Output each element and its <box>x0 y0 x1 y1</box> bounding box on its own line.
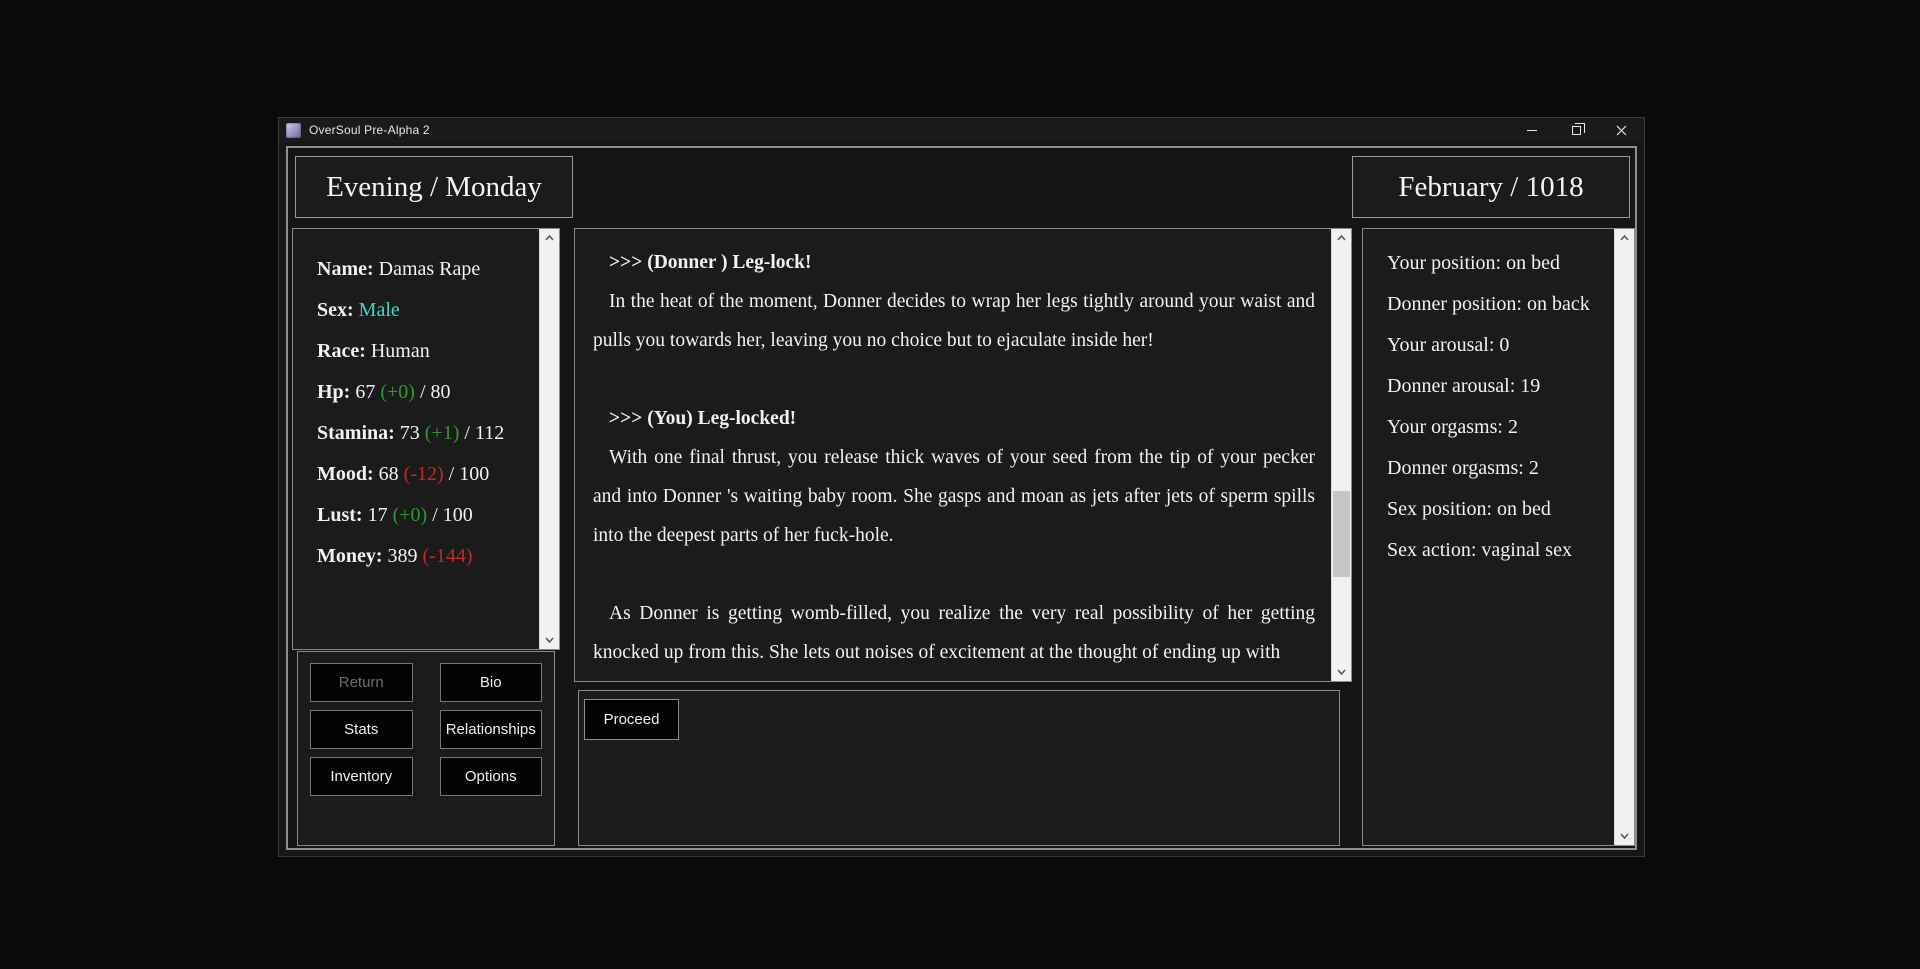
stat-row: Name: Damas Rape <box>317 249 539 290</box>
story-heading: >>> (Donner ) Leg-lock! <box>593 243 1315 282</box>
minimize-button[interactable] <box>1509 118 1554 142</box>
stat-row: Stamina: 73 (+1) / 112 <box>317 413 539 454</box>
stat-max: / 80 <box>420 381 451 403</box>
stat-row: Race: Human <box>317 331 539 372</box>
story-panel: >>> (Donner ) Leg-lock!In the heat of th… <box>574 228 1352 682</box>
app-window: OverSoul Pre-Alpha 2 Evening / Monday Fe… <box>279 118 1644 856</box>
stat-delta: (+0) <box>380 381 415 403</box>
status-line: Your orgasms: 2 <box>1387 407 1604 448</box>
status-line: Sex action: vaginal sex <box>1387 530 1604 571</box>
stat-value: Human <box>371 340 430 362</box>
story-paragraph: With one final thrust, you release thick… <box>593 438 1315 555</box>
restore-button[interactable] <box>1554 118 1599 142</box>
time-box: Evening / Monday <box>295 156 573 218</box>
status-line: Sex position: on bed <box>1387 489 1604 530</box>
scroll-down-icon[interactable] <box>1615 827 1634 845</box>
stat-value: 68 <box>379 463 399 485</box>
stat-max: / 112 <box>464 422 504 444</box>
stat-label: Hp: <box>317 381 350 403</box>
minimize-icon <box>1527 130 1537 131</box>
stat-value: 73 <box>400 422 420 444</box>
status-panel: Your position: on bedDonner position: on… <box>1362 228 1635 846</box>
status-list: Your position: on bedDonner position: on… <box>1363 229 1614 845</box>
game-frame: Evening / Monday February / 1018 Name: D… <box>286 146 1637 850</box>
stat-value: 67 <box>355 381 375 403</box>
status-line: Donner arousal: 19 <box>1387 366 1604 407</box>
stat-row: Hp: 67 (+0) / 80 <box>317 372 539 413</box>
stat-value: Male <box>359 299 400 321</box>
menu-grid: Return Bio Stats Relationships Inventory Opti… <box>298 652 554 807</box>
stat-row: Lust: 17 (+0) / 100 <box>317 495 539 536</box>
story-heading: >>> (You) Leg-locked! <box>593 399 1315 438</box>
stat-label: Stamina: <box>317 422 395 444</box>
status-line: Your arousal: 0 <box>1387 325 1604 366</box>
stat-label: Name: <box>317 258 374 280</box>
menu-button-options[interactable]: Options <box>440 757 543 796</box>
story-paragraph: As Donner is getting womb-filled, you re… <box>593 594 1315 672</box>
scroll-up-icon[interactable] <box>1332 229 1351 247</box>
story-text: >>> (Donner ) Leg-lock!In the heat of th… <box>575 229 1331 681</box>
stat-label: Race: <box>317 340 366 362</box>
stat-max: / 100 <box>432 504 473 526</box>
menu-button-bio[interactable]: Bio <box>440 663 543 702</box>
window-title: OverSoul Pre-Alpha 2 <box>309 123 430 137</box>
status-line: Donner position: on back <box>1387 284 1604 325</box>
stat-value: 17 <box>368 504 388 526</box>
choices-panel: Proceed <box>578 690 1340 846</box>
time-of-day-label: Evening / Monday <box>326 171 542 204</box>
stat-value: Damas Rape <box>379 258 481 280</box>
stat-label: Sex: <box>317 299 354 321</box>
close-icon <box>1616 125 1627 136</box>
date-box: February / 1018 <box>1352 156 1630 218</box>
status-line: Your position: on bed <box>1387 243 1604 284</box>
proceed-button[interactable]: Proceed <box>584 699 679 740</box>
stat-value: 389 <box>388 545 418 567</box>
stat-row: Mood: 68 (-12) / 100 <box>317 454 539 495</box>
stats-list: Name: Damas RapeSex: MaleRace: HumanHp: … <box>293 229 539 649</box>
menu-button-relationships[interactable]: Relationships <box>440 710 543 749</box>
restore-icon <box>1572 126 1581 135</box>
menu-button-stats[interactable]: Stats <box>310 710 413 749</box>
window-controls <box>1509 118 1644 142</box>
stats-scrollbar[interactable] <box>539 229 559 649</box>
stat-delta: (+1) <box>425 422 460 444</box>
stat-delta: (-12) <box>404 463 444 485</box>
stat-max: / 100 <box>449 463 490 485</box>
stats-panel: Name: Damas RapeSex: MaleRace: HumanHp: … <box>292 228 560 650</box>
status-scrollbar[interactable] <box>1614 229 1634 845</box>
scroll-up-icon[interactable] <box>540 229 559 247</box>
scroll-thumb[interactable] <box>1333 491 1350 577</box>
stat-row: Money: 389 (-144) <box>317 536 539 577</box>
date-label: February / 1018 <box>1398 171 1583 204</box>
status-line: Donner orgasms: 2 <box>1387 448 1604 489</box>
menu-button-return[interactable]: Return <box>310 663 413 702</box>
stat-label: Mood: <box>317 463 374 485</box>
title-bar: OverSoul Pre-Alpha 2 <box>279 118 1644 142</box>
scroll-down-icon[interactable] <box>540 631 559 649</box>
story-scrollbar[interactable] <box>1331 229 1351 681</box>
story-paragraph: In the heat of the moment, Donner decide… <box>593 282 1315 360</box>
scroll-up-icon[interactable] <box>1615 229 1634 247</box>
menu-button-inventory[interactable]: Inventory <box>310 757 413 796</box>
menu-panel: Return Bio Stats Relationships Inventory Opti… <box>297 651 555 846</box>
stat-label: Lust: <box>317 504 363 526</box>
app-icon <box>286 123 301 138</box>
stat-label: Money: <box>317 545 383 567</box>
close-button[interactable] <box>1599 118 1644 142</box>
stat-delta: (+0) <box>393 504 428 526</box>
scroll-down-icon[interactable] <box>1332 663 1351 681</box>
stat-row: Sex: Male <box>317 290 539 331</box>
stat-delta: (-144) <box>423 545 473 567</box>
